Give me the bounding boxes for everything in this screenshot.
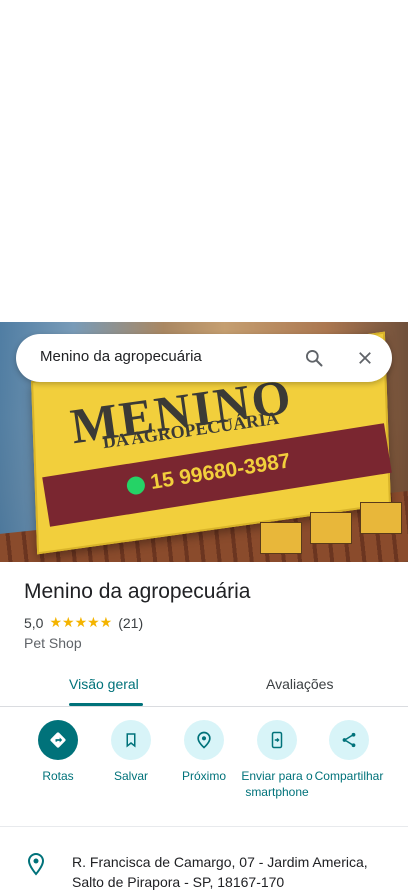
bookmark-icon xyxy=(111,720,151,760)
hanging-flags xyxy=(240,502,408,562)
share-label: Compartilhar xyxy=(314,769,384,783)
search-icon[interactable] xyxy=(300,344,328,372)
address-text[interactable]: R. Francisca de Camargo, 07 - Jardim Ame… xyxy=(72,852,392,892)
location-pin-icon xyxy=(24,852,48,876)
rating-value: 5,0 xyxy=(24,614,44,631)
nearby-button[interactable]: Próximo xyxy=(164,720,244,784)
send-to-phone-label: Enviar para o smartphone xyxy=(241,769,313,799)
place-category[interactable]: Pet Shop xyxy=(24,635,82,651)
search-input[interactable]: Menino da agropecuária xyxy=(40,348,202,365)
save-label: Salvar xyxy=(113,769,148,783)
action-row: Rotas Salvar Próximo Enviar para o smart… xyxy=(0,720,408,820)
whatsapp-icon xyxy=(125,475,147,496)
place-name: Menino da agropecuária xyxy=(24,580,251,603)
close-icon[interactable] xyxy=(351,344,379,372)
tab-bar: Visão geral Avaliações xyxy=(0,668,408,707)
send-to-phone-button[interactable]: Enviar para o smartphone xyxy=(237,720,317,800)
nearby-icon xyxy=(184,720,224,760)
active-tab-indicator xyxy=(69,703,143,706)
search-bar[interactable]: Menino da agropecuária xyxy=(16,334,392,382)
tab-overview[interactable]: Visão geral xyxy=(69,676,139,692)
directions-button[interactable]: Rotas xyxy=(18,720,98,784)
flag xyxy=(360,502,402,534)
save-button[interactable]: Salvar xyxy=(91,720,171,784)
flag xyxy=(310,512,352,544)
rating-row[interactable]: 5,0 ★★★★★ (21) xyxy=(24,614,143,631)
send-to-phone-icon xyxy=(257,720,297,760)
tab-reviews[interactable]: Avaliações xyxy=(266,676,333,692)
flag xyxy=(260,522,302,554)
directions-label: Rotas xyxy=(42,769,74,783)
divider xyxy=(0,826,408,827)
nearby-label: Próximo xyxy=(181,769,226,783)
review-count[interactable]: (21) xyxy=(118,615,143,631)
share-icon xyxy=(329,720,369,760)
share-button[interactable]: Compartilhar xyxy=(309,720,389,784)
directions-icon xyxy=(38,720,78,760)
rating-stars: ★★★★★ xyxy=(49,614,113,630)
